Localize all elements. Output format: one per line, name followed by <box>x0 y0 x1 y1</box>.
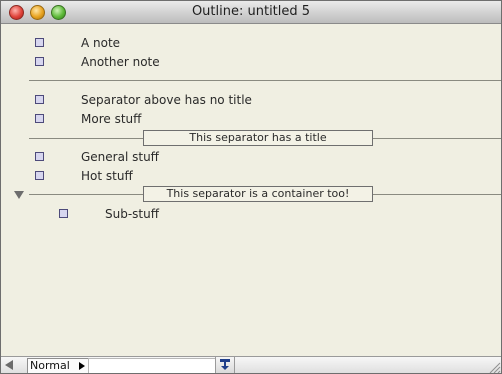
row-label: Another note <box>81 55 160 69</box>
outline-row[interactable]: Another note <box>1 53 501 72</box>
bottom-bar: Normal <box>1 356 501 374</box>
outline-row-child[interactable]: Sub-stuff <box>1 205 501 224</box>
disclosure-triangle-icon[interactable] <box>14 191 24 199</box>
row-bullet-icon[interactable] <box>35 95 44 104</box>
row-label: General stuff <box>81 150 159 164</box>
separator-title[interactable]: This separator has a title <box>143 130 373 146</box>
row-label: More stuff <box>81 112 142 126</box>
outline-row[interactable]: Hot stuff <box>1 167 501 186</box>
outline-row[interactable]: General stuff <box>1 148 501 167</box>
row-bullet-icon[interactable] <box>35 57 44 66</box>
outline-row[interactable]: A note <box>1 34 501 53</box>
window-title: Outline: untitled 5 <box>191 4 311 19</box>
row-bullet-icon[interactable] <box>35 38 44 47</box>
style-popup-value: Normal <box>30 359 70 372</box>
popup-arrow-icon <box>79 362 85 370</box>
row-label: Separator above has no title <box>81 93 252 107</box>
style-popup[interactable]: Normal <box>27 358 89 373</box>
outline-row[interactable]: More stuff <box>1 110 501 129</box>
row-bullet-icon[interactable] <box>35 114 44 123</box>
scroll-left-icon[interactable] <box>5 360 13 370</box>
title-bar[interactable]: Outline: untitled 5 <box>1 1 501 24</box>
row-label: Sub-stuff <box>105 207 159 221</box>
row-bullet-icon[interactable] <box>35 171 44 180</box>
outline-window: Outline: untitled 5 A note Another note … <box>0 0 502 374</box>
row-label: A note <box>81 36 121 50</box>
split-handle-icon <box>220 359 230 370</box>
row-label: Hot stuff <box>81 169 133 183</box>
resize-grip-icon[interactable] <box>487 360 501 374</box>
row-bullet-icon[interactable] <box>35 152 44 161</box>
separator-line[interactable] <box>29 80 501 81</box>
outline-view[interactable]: A note Another note Separator above has … <box>1 24 501 356</box>
separator-title[interactable]: This separator is a container too! <box>143 186 373 202</box>
row-bullet-icon[interactable] <box>59 209 68 218</box>
style-text-field[interactable] <box>88 358 216 373</box>
split-handle[interactable] <box>215 357 235 373</box>
outline-row[interactable]: Separator above has no title <box>1 91 501 110</box>
